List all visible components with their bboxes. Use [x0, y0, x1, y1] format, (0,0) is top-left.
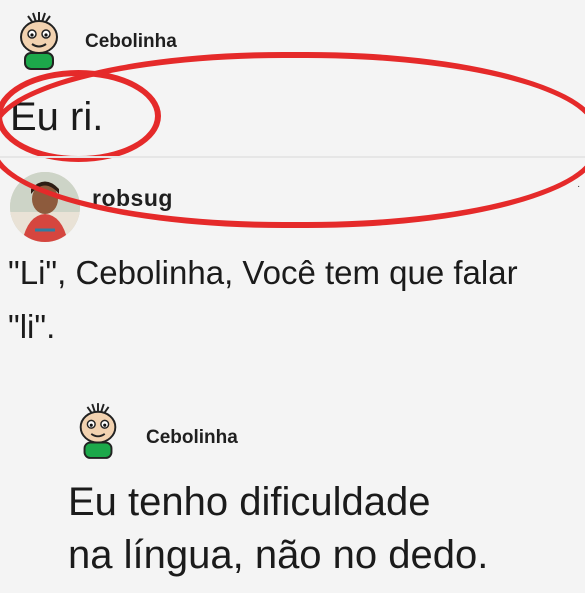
cebolinha-avatar-svg	[79, 403, 117, 459]
message-line-1: "Li", Cebolinha, Você tem que falar	[8, 254, 518, 291]
username[interactable]: Cebolinha	[85, 31, 177, 53]
cebolinha-avatar-svg	[20, 12, 58, 70]
cebolinha-avatar-icon[interactable]	[12, 10, 66, 72]
highlight-circle	[0, 52, 585, 228]
cebolinha-avatar-icon[interactable]	[72, 400, 124, 462]
username[interactable]: Cebolinha	[146, 427, 238, 449]
post-cebolinha-2: Cebolinha Eu tenho dificuldade na língua…	[0, 390, 585, 593]
more-options-icon[interactable]: ·	[577, 182, 585, 192]
message-line-1: Eu tenho dificuldade	[68, 480, 431, 524]
message-line-2: na língua, não no dedo.	[68, 533, 489, 577]
message-line-2: "li".	[8, 308, 56, 345]
